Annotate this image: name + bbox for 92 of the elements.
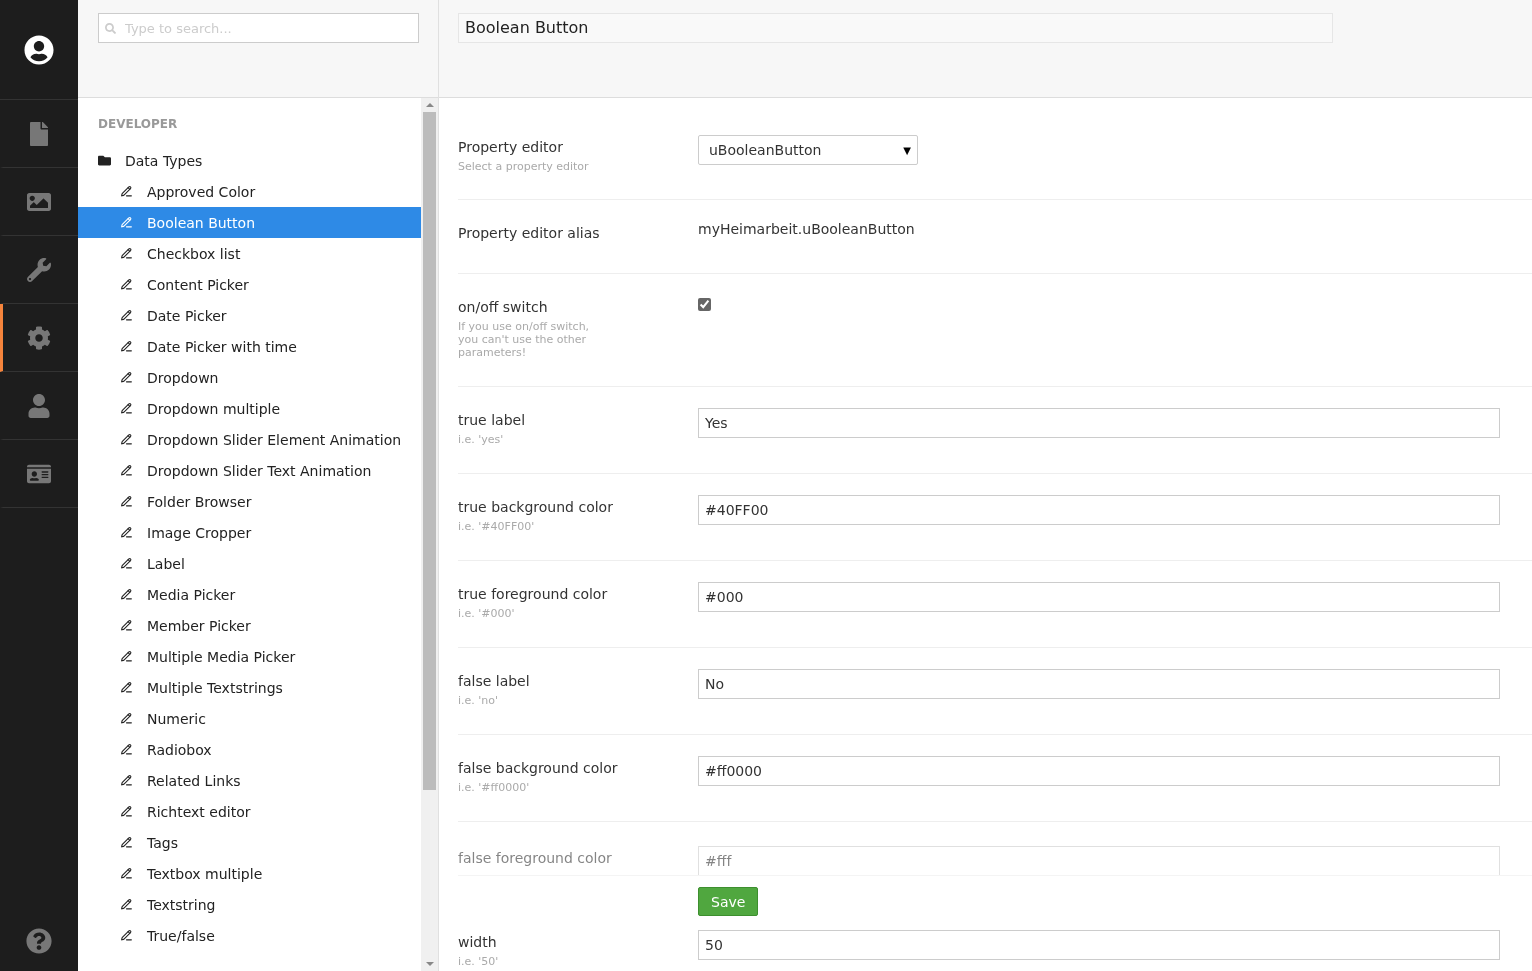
tree-item[interactable]: Date Picker with time	[78, 331, 421, 362]
property-label: on/off switch	[458, 299, 549, 315]
property-hint: i.e. '50'	[458, 955, 500, 968]
tree-item[interactable]: Media Picker	[78, 579, 421, 610]
input-field[interactable]: No	[698, 669, 1500, 699]
pencil-icon	[120, 743, 133, 756]
tree-item[interactable]: Folder Browser	[78, 486, 421, 517]
section-heading: DEVELOPER	[97, 117, 179, 133]
pencil-icon	[120, 464, 133, 477]
property-hint: i.e. '#40FF00'	[458, 520, 536, 533]
tree-item[interactable]: Dropdown multiple	[78, 393, 421, 424]
pencil-icon	[120, 185, 133, 198]
input-field[interactable]: #40FF00	[698, 495, 1500, 525]
caret-icon: ▼	[903, 144, 911, 156]
tree-item[interactable]: Boolean Button	[78, 207, 421, 238]
pencil-icon	[120, 867, 133, 880]
property-hint: i.e. '#000'	[458, 607, 516, 620]
folder-icon	[98, 154, 111, 167]
tree-item[interactable]: Content Picker	[78, 269, 421, 300]
checkbox[interactable]	[698, 298, 711, 311]
property-editor-select[interactable]: uBooleanButton ▼	[698, 135, 918, 165]
tree-item[interactable]: Radiobox	[78, 734, 421, 765]
input-field[interactable]: Yes	[698, 408, 1500, 438]
tree-item[interactable]: Approved Color	[78, 176, 421, 207]
pencil-icon	[120, 247, 133, 260]
tree-item[interactable]: Label	[78, 548, 421, 579]
pencil-icon	[120, 340, 133, 353]
document-icon	[27, 121, 51, 146]
property-label: true label	[458, 412, 527, 428]
tree-item[interactable]: Checkbox list	[78, 238, 421, 269]
input-field[interactable]: #000	[698, 582, 1500, 612]
scrollbar[interactable]	[421, 98, 438, 971]
pencil-icon	[120, 712, 133, 725]
pencil-icon	[120, 216, 133, 229]
property-label: width	[458, 934, 498, 950]
name-field[interactable]: Boolean Button	[458, 13, 1333, 43]
property-hint: Select a property editor	[458, 160, 590, 173]
person-icon	[27, 393, 51, 418]
pencil-icon	[120, 433, 133, 446]
pencil-icon	[120, 371, 133, 384]
pencil-icon	[120, 774, 133, 787]
pencil-icon	[120, 278, 133, 291]
pencil-icon	[120, 650, 133, 663]
property-hint: i.e. 'yes'	[458, 433, 505, 446]
tree-item[interactable]: Dropdown	[78, 362, 421, 393]
input-field[interactable]: #fff	[698, 846, 1500, 875]
alias-value: myHeimarbeit.uBooleanButton	[698, 221, 915, 237]
tree-item[interactable]: Related Links	[78, 765, 421, 796]
property-label: true background color	[458, 499, 614, 515]
settings-icon	[27, 325, 51, 350]
search-icon	[105, 22, 116, 34]
pencil-icon	[120, 929, 133, 942]
property-label: false label	[458, 673, 531, 689]
tree-item[interactable]: Textbox multiple	[78, 858, 421, 889]
pencil-icon	[120, 557, 133, 570]
pencil-icon	[120, 619, 133, 632]
tree-item[interactable]: Dropdown Slider Text Animation	[78, 455, 421, 486]
wrench-icon	[27, 257, 51, 282]
input-field[interactable]: 50	[698, 930, 1500, 960]
property-label: false foreground color	[458, 850, 613, 866]
property-hint: i.e. '#ff0000'	[458, 781, 531, 794]
property-hint: i.e. 'no'	[458, 694, 500, 707]
avatar-icon[interactable]	[24, 34, 54, 65]
tree-item[interactable]: Image Cropper	[78, 517, 421, 548]
tree-item[interactable]: Textstring	[78, 889, 421, 920]
tree-item[interactable]: Multiple Media Picker	[78, 641, 421, 672]
tree-item[interactable]: Richtext editor	[78, 796, 421, 827]
pencil-icon	[120, 681, 133, 694]
pencil-icon	[120, 805, 133, 818]
pencil-icon	[120, 402, 133, 415]
input-field[interactable]: #ff0000	[698, 756, 1500, 786]
tree-item[interactable]: Date Picker	[78, 300, 421, 331]
property-label: Property editor alias	[458, 225, 601, 241]
help-icon[interactable]	[26, 928, 52, 954]
property-label: true foreground color	[458, 586, 609, 602]
property-hint: If you use on/off switch, you can't use the other parameters!	[458, 320, 591, 359]
tree-item[interactable]: Dropdown Slider Element Animation	[78, 424, 421, 455]
tree-item[interactable]: Numeric	[78, 703, 421, 734]
pencil-icon	[120, 309, 133, 322]
tree-folder[interactable]: Data Types	[78, 145, 421, 176]
property-label: false background color	[458, 760, 619, 776]
pencil-icon	[120, 836, 133, 849]
property-label: Property editor	[458, 139, 564, 155]
pencil-icon	[120, 898, 133, 911]
nav-item[interactable]	[0, 304, 78, 372]
tree-item[interactable]: Multiple Textstrings	[78, 672, 421, 703]
pencil-icon	[120, 495, 133, 508]
pencil-icon	[120, 526, 133, 539]
tree-item[interactable]: Member Picker	[78, 610, 421, 641]
pencil-icon	[120, 588, 133, 601]
tree-item[interactable]: True/false	[78, 920, 421, 951]
tree-item[interactable]: Tags	[78, 827, 421, 858]
